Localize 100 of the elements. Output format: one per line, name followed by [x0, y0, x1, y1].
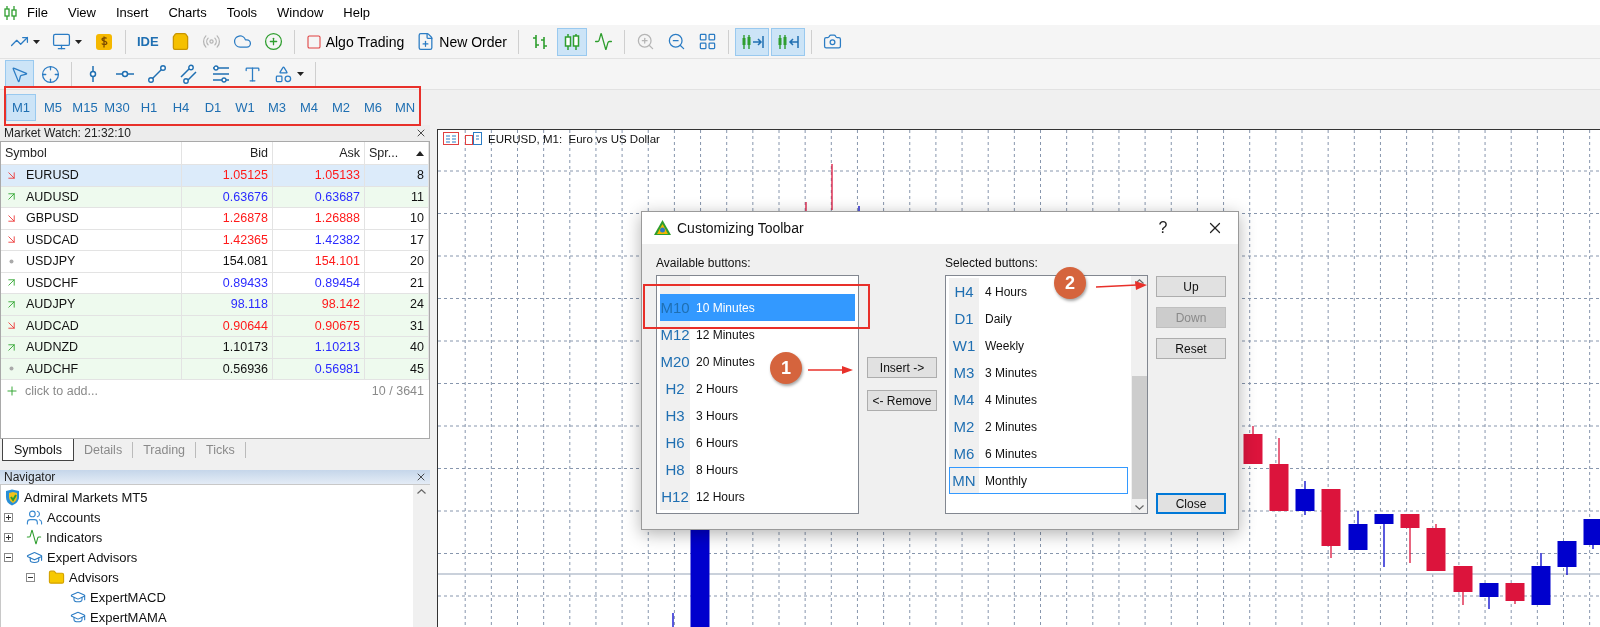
ide-button[interactable]: IDE — [132, 27, 164, 56]
column-header[interactable]: Symbol — [1, 142, 182, 164]
menu-item[interactable]: Charts — [158, 2, 217, 23]
panel-tab[interactable]: Symbols — [2, 439, 74, 461]
list-item[interactable]: M6 6 Minutes — [949, 440, 1128, 467]
help-button[interactable]: ? — [1140, 212, 1186, 244]
menu-item[interactable]: View — [57, 2, 106, 23]
list-item[interactable]: M2 2 Minutes — [949, 413, 1128, 440]
folder-icon — [48, 568, 65, 586]
list-label: Available buttons: — [656, 256, 752, 272]
timeframe-button[interactable]: M15 — [70, 94, 100, 121]
list-item[interactable]: M3 3 Minutes — [949, 359, 1128, 386]
bid-price: 0.56936 — [222, 361, 268, 376]
symbol-text: AUDUSD — [26, 189, 79, 204]
quote-row[interactable]: AUDNZD 1.10173 1.10213 40 — [1, 337, 429, 359]
quote-row[interactable]: AUDCAD 0.90644 0.90675 31 — [1, 315, 429, 337]
ask-price: 0.56981 — [314, 361, 360, 376]
scrollbar[interactable] — [1131, 276, 1147, 513]
quote-row[interactable]: USDCHF 0.89433 0.89454 21 — [1, 272, 429, 294]
list-label: Selected buttons: — [945, 256, 1039, 272]
list-item[interactable]: W1 Weekly — [949, 332, 1128, 359]
timeframe-button[interactable]: D1 — [198, 94, 228, 121]
ask-price: 98.142 — [321, 297, 360, 312]
chart-shift-button[interactable] — [734, 27, 769, 56]
cursor-button[interactable] — [5, 60, 34, 88]
bid-price: 1.10173 — [222, 340, 268, 355]
quote-row[interactable]: USDJPY 154.081 154.101 20 — [1, 251, 429, 273]
tree-item[interactable]: ExpertMAMA — [90, 609, 167, 625]
annotation-arrow — [1095, 281, 1147, 290]
timeframe-button[interactable]: W1 — [230, 94, 260, 121]
menu-item[interactable]: Window — [267, 2, 334, 23]
quote-row[interactable]: GBPUSD 1.26878 1.26888 10 — [1, 208, 429, 230]
list-item[interactable]: D1 Daily — [949, 305, 1128, 332]
column-header[interactable]: Ask — [273, 142, 365, 164]
menu-item[interactable]: Help — [333, 2, 381, 23]
close-dialog-button[interactable]: Close — [1156, 493, 1226, 514]
tree-item[interactable]: ExpertMACD — [90, 589, 166, 605]
spread-value: 11 — [411, 189, 424, 204]
timeframe-button[interactable]: M30 — [102, 94, 132, 121]
tree-item[interactable]: Indicators — [46, 529, 103, 545]
menu-item[interactable]: Tools — [216, 2, 268, 23]
list-item[interactable]: MN Monthly — [949, 467, 1128, 494]
menu-item[interactable]: Insert — [105, 2, 159, 23]
expand-icon[interactable] — [4, 532, 13, 542]
cloud-icon — [232, 32, 252, 51]
algo-trading-button[interactable]: Algo Trading — [300, 27, 410, 56]
list-item[interactable]: H8 8 Hours — [660, 456, 855, 483]
column-header[interactable]: Bid — [182, 142, 273, 164]
annotation-arrow — [807, 366, 853, 374]
list-item[interactable]: M4 4 Minutes — [949, 386, 1128, 413]
sort-icon — [416, 150, 424, 156]
remove-button[interactable]: <- Remove — [867, 390, 937, 411]
timeframe-button[interactable]: H1 — [134, 94, 164, 121]
app-logo-icon — [654, 220, 671, 236]
list-item[interactable]: H6 6 Hours — [660, 429, 855, 456]
candlestick-button[interactable] — [556, 27, 587, 56]
tree-item[interactable]: Expert Advisors — [47, 549, 138, 565]
quote-row[interactable]: EURUSD 1.05125 1.05133 8 — [1, 165, 429, 187]
quote-row[interactable]: AUDUSD 0.63676 0.63687 11 — [1, 186, 429, 208]
monitor-icon — [52, 32, 71, 51]
spread-value: 40 — [410, 340, 424, 355]
candle — [1453, 565, 1473, 606]
add-symbol-link[interactable]: click to add... — [25, 383, 98, 398]
timeframe-button[interactable]: M4 — [294, 94, 324, 121]
quote-row[interactable]: USDCAD 1.42365 1.42382 17 — [1, 229, 429, 251]
timeframe-button[interactable]: H4 — [166, 94, 196, 121]
candle — [1531, 552, 1551, 606]
scrollbar[interactable] — [413, 485, 430, 627]
column-header[interactable]: Spr... — [365, 142, 429, 164]
tree-item[interactable]: Accounts — [47, 509, 101, 525]
symbol-text: USDJPY — [26, 254, 76, 269]
dialog-button[interactable]: Up — [1156, 276, 1226, 297]
symbol-text: AUDCHF — [26, 361, 79, 376]
symbol-text: AUDJPY — [26, 297, 76, 312]
dialog-button[interactable]: Reset — [1156, 338, 1226, 359]
timeframe-button[interactable]: M3 — [262, 94, 292, 121]
new-order-button[interactable]: New Order — [411, 27, 512, 56]
timeframe-button[interactable]: MN — [390, 94, 420, 121]
insert-button[interactable]: Insert -> — [867, 357, 937, 378]
tree-item[interactable]: Admiral Markets MT5 — [24, 489, 148, 505]
symbol-text: GBPUSD — [26, 211, 79, 226]
collapse-icon[interactable] — [4, 552, 13, 562]
expand-icon[interactable] — [4, 512, 13, 522]
list-item[interactable]: M12 12 Minutes — [660, 321, 855, 348]
symbol-text: AUDNZD — [26, 340, 79, 355]
timeframe-button[interactable]: M5 — [38, 94, 68, 121]
list-item[interactable]: H12 12 Hours — [660, 483, 855, 510]
timeframe-button[interactable]: M2 — [326, 94, 356, 121]
timeframe-button[interactable]: M1 — [6, 94, 36, 121]
quote-row[interactable]: AUDJPY 98.118 98.142 24 — [1, 294, 429, 316]
autoscroll-button[interactable] — [770, 27, 805, 56]
timeframe-button[interactable]: M6 — [358, 94, 388, 121]
collapse-icon[interactable] — [26, 572, 35, 582]
candle — [1321, 488, 1341, 559]
spread-value: 31 — [410, 318, 424, 333]
square-icon — [305, 33, 322, 50]
quote-row[interactable]: AUDCHF 0.56936 0.56981 45 — [1, 358, 429, 380]
tree-item[interactable]: Advisors — [69, 569, 119, 585]
menu-item[interactable]: File — [17, 2, 58, 23]
list-item[interactable]: H3 3 Hours — [660, 402, 855, 429]
